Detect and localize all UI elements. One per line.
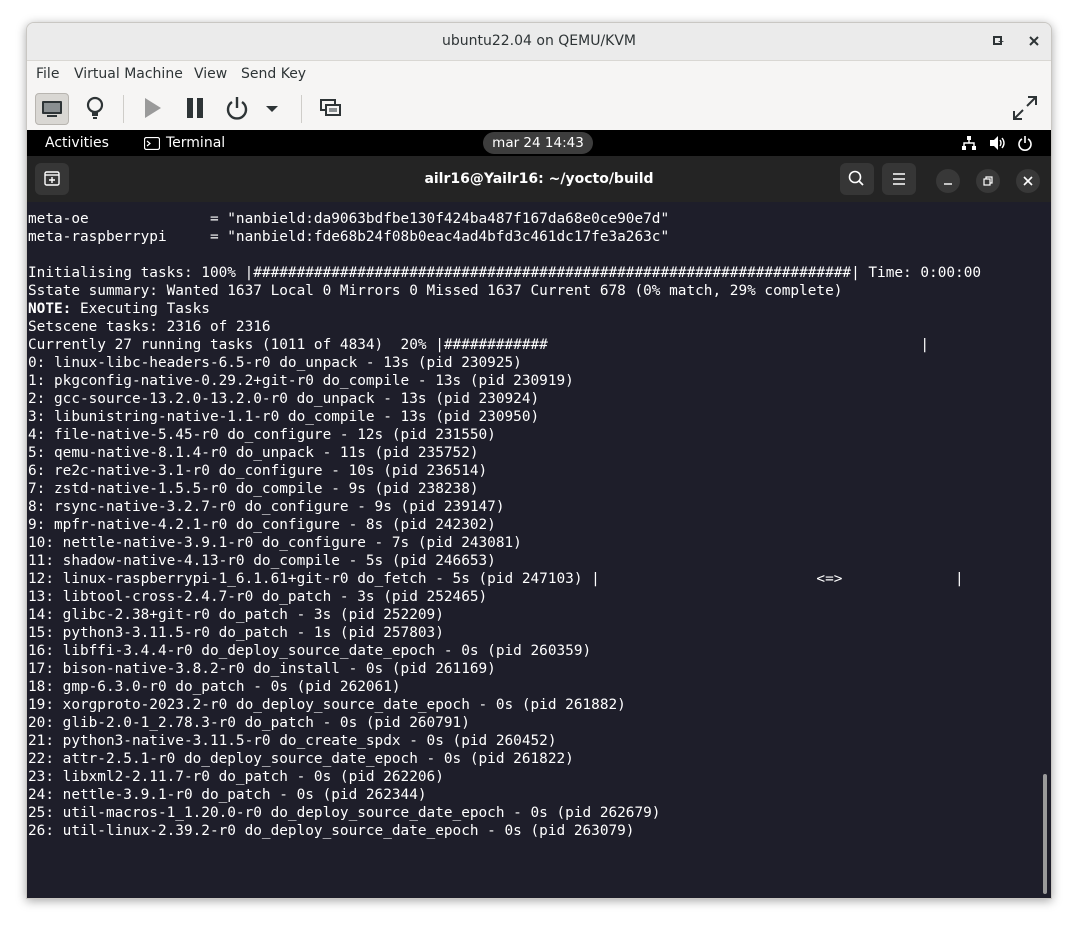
terminal-line: 12: linux-raspberrypi-1_6.1.61+git-r0 do… xyxy=(28,571,964,587)
screenshot-button[interactable] xyxy=(315,93,347,123)
terminal-line: 6: re2c-native-3.1-r0 do_configure - 10s… xyxy=(28,463,488,479)
terminal-line: 5: qemu-native-8.1.4-r0 do_unpack - 11s … xyxy=(28,445,479,461)
monitor-icon xyxy=(42,101,62,117)
close-button[interactable] xyxy=(1025,32,1043,50)
terminal-line: 23: libxml2-2.11.7-r0 do_patch - 0s (pid… xyxy=(28,769,444,785)
lightbulb-icon xyxy=(86,96,104,119)
terminal-line: 14: glibc-2.38+git-r0 do_patch - 3s (pid… xyxy=(28,607,444,623)
activities-button[interactable]: Activities xyxy=(45,135,109,151)
vm-window: ubuntu22.04 on QEMU/KVM – File Virtual M… xyxy=(26,22,1052,899)
dropdown-arrow-icon xyxy=(266,106,278,112)
gnome-top-bar: Activities Terminal mar 24 14:43 xyxy=(27,130,1051,156)
maximize-icon xyxy=(993,36,1002,45)
terminal-line: Setscene tasks: 2316 of 2316 xyxy=(28,319,271,335)
menu-virtual-machine[interactable]: Virtual Machine xyxy=(74,66,183,82)
close-icon xyxy=(1029,36,1039,46)
terminal-headerbar[interactable]: ailr16@Yailr16: ~/yocto/build xyxy=(27,156,1051,202)
terminal-minimize-button[interactable] xyxy=(936,169,960,193)
terminal-line: 9: mpfr-native-4.2.1-r0 do_configure - 8… xyxy=(28,517,496,533)
terminal-line: 17: bison-native-3.8.2-r0 do_install - 0… xyxy=(28,661,496,677)
terminal-icon xyxy=(144,137,160,150)
maximize-button[interactable] xyxy=(989,32,1007,50)
restore-icon xyxy=(983,176,993,186)
app-menu-terminal[interactable]: Terminal xyxy=(166,135,225,151)
menu-file[interactable]: File xyxy=(36,66,59,82)
terminal-line: Currently 27 running tasks (1011 of 4834… xyxy=(28,337,930,353)
terminal-restore-button[interactable] xyxy=(976,169,1000,193)
terminal-content[interactable]: meta-oe = "nanbield:da9063bdfbe130f424ba… xyxy=(27,202,1051,898)
terminal-line: 22: attr-2.5.1-r0 do_deploy_source_date_… xyxy=(28,751,574,767)
menu-bar: File Virtual Machine View Send Key xyxy=(27,61,1051,87)
screenshot-icon xyxy=(320,99,341,116)
show-details-button[interactable] xyxy=(79,93,111,123)
network-icon[interactable] xyxy=(961,135,977,151)
shutdown-button[interactable] xyxy=(221,93,253,123)
close-icon xyxy=(1023,176,1033,186)
terminal-line: 8: rsync-native-3.2.7-r0 do_configure - … xyxy=(28,499,505,515)
terminal-line: 16: libffi-3.4.4-r0 do_deploy_source_dat… xyxy=(28,643,592,659)
terminal-line: 0: linux-libc-headers-6.5-r0 do_unpack -… xyxy=(28,355,522,371)
terminal-line: 3: libunistring-native-1.1-r0 do_compile… xyxy=(28,409,540,425)
terminal-line: 25: util-macros-1_1.20.0-r0 do_deploy_so… xyxy=(28,805,661,821)
main-menu-button[interactable] xyxy=(882,163,916,195)
terminal-line-note: NOTE: Executing Tasks xyxy=(28,301,210,317)
toolbar-separator xyxy=(301,95,302,123)
terminal-line: 26: util-linux-2.39.2-r0 do_deploy_sourc… xyxy=(28,823,635,839)
terminal-line: Sstate summary: Wanted 1637 Local 0 Mirr… xyxy=(28,283,843,299)
terminal-line: 1: pkgconfig-native-0.29.2+git-r0 do_com… xyxy=(28,373,574,389)
hamburger-menu-icon xyxy=(893,173,905,185)
toolbar-separator xyxy=(123,95,124,123)
power-icon xyxy=(226,97,248,120)
terminal-line: 24: nettle-3.9.1-r0 do_patch - 0s (pid 2… xyxy=(28,787,427,803)
terminal-output[interactable]: meta-oe = "nanbield:da9063bdfbe130f424ba… xyxy=(28,210,981,840)
pause-icon xyxy=(187,98,203,118)
terminal-line: Initialising tasks: 100% |##############… xyxy=(28,265,982,281)
volume-icon[interactable] xyxy=(989,135,1007,151)
run-button[interactable] xyxy=(136,93,168,123)
show-console-button[interactable] xyxy=(35,93,69,125)
terminal-line: meta-oe = "nanbield:da9063bdfbe130f424ba… xyxy=(28,211,670,227)
terminal-line: 7: zstd-native-1.5.5-r0 do_compile - 9s … xyxy=(28,481,479,497)
fullscreen-icon xyxy=(1013,96,1037,120)
menu-view[interactable]: View xyxy=(194,66,227,82)
shutdown-menu-button[interactable] xyxy=(261,93,283,123)
search-button[interactable] xyxy=(840,163,874,195)
terminal-scrollbar[interactable] xyxy=(1043,774,1047,894)
pause-button[interactable] xyxy=(179,93,211,123)
terminal-line: 10: nettle-native-3.9.1-r0 do_configure … xyxy=(28,535,522,551)
terminal-line: meta-raspberrypi = "nanbield:fde68b24f08… xyxy=(28,229,670,245)
terminal-line: 13: libtool-cross-2.4.7-r0 do_patch - 3s… xyxy=(28,589,488,605)
window-title: ubuntu22.04 on QEMU/KVM xyxy=(441,33,637,49)
terminal-line: 4: file-native-5.45-r0 do_configure - 12… xyxy=(28,427,496,443)
play-icon xyxy=(145,98,161,118)
terminal-line: 21: python3-native-3.11.5-r0 do_create_s… xyxy=(28,733,557,749)
search-icon xyxy=(848,170,864,186)
terminal-line: 15: python3-3.11.5-r0 do_patch - 1s (pid… xyxy=(28,625,444,641)
terminal-line: 11: shadow-native-4.13-r0 do_compile - 5… xyxy=(28,553,496,569)
terminal-close-button[interactable] xyxy=(1016,169,1040,193)
minimize-icon xyxy=(944,183,952,185)
note-label: NOTE: xyxy=(28,301,72,317)
terminal-line: 20: glib-2.0-1_2.78.3-r0 do_patch - 0s (… xyxy=(28,715,470,731)
toolbar xyxy=(27,87,1051,131)
clock[interactable]: mar 24 14:43 xyxy=(483,132,593,154)
guest-display[interactable]: Activities Terminal mar 24 14:43 ailr16@… xyxy=(27,130,1051,898)
menu-send-key[interactable]: Send Key xyxy=(241,66,306,82)
window-titlebar[interactable]: ubuntu22.04 on QEMU/KVM – xyxy=(27,23,1051,61)
power-menu-icon[interactable] xyxy=(1017,135,1033,151)
terminal-line: 18: gmp-6.3.0-r0 do_patch - 0s (pid 2620… xyxy=(28,679,401,695)
fullscreen-button[interactable] xyxy=(1009,93,1041,123)
terminal-line: 2: gcc-source-13.2.0-13.2.0-r0 do_unpack… xyxy=(28,391,540,407)
terminal-line: 19: xorgproto-2023.2-r0 do_deploy_source… xyxy=(28,697,626,713)
